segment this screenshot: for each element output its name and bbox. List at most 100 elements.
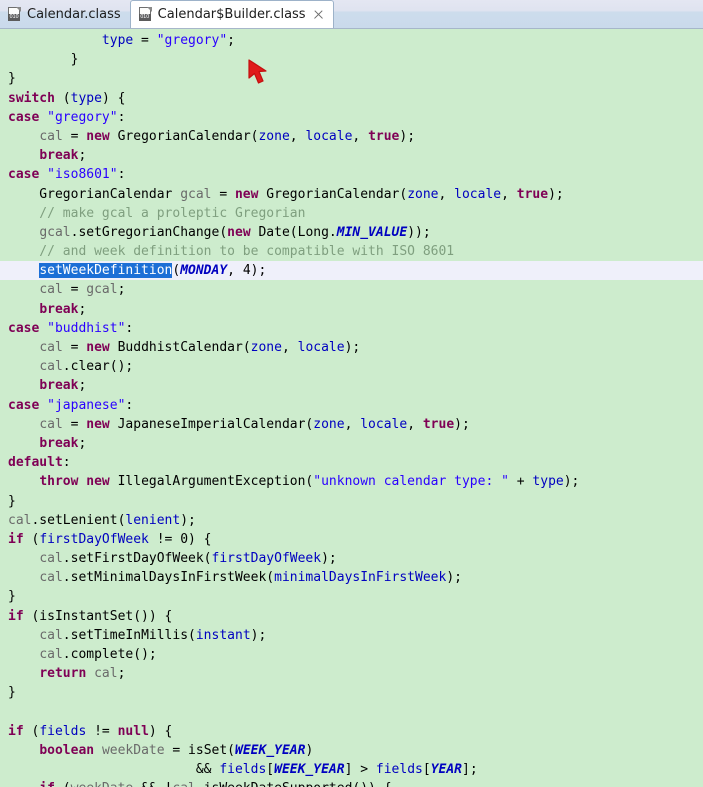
code-line[interactable]: } xyxy=(0,587,703,606)
code-line[interactable]: // make gcal a proleptic Gregorian xyxy=(0,204,703,223)
code-token: true xyxy=(516,186,549,202)
code-line[interactable]: cal.setFirstDayOfWeek(firstDayOfWeek); xyxy=(0,549,703,568)
code-line[interactable]: cal = new GregorianCalendar(zone, locale… xyxy=(0,127,703,146)
code-line[interactable]: cal.complete(); xyxy=(0,645,703,664)
code-line[interactable]: if (weekDate && !cal.isWeekDateSupported… xyxy=(0,779,703,787)
code-token: cal xyxy=(39,416,63,432)
code-token: ); xyxy=(399,128,416,144)
tab-calendar-builder-class[interactable]: 010 Calendar$Builder.class xyxy=(129,0,334,28)
code-line[interactable]: break; xyxy=(0,376,703,395)
code-token: cal xyxy=(8,512,32,528)
code-token: locale xyxy=(454,186,502,202)
code-token: new xyxy=(227,224,251,240)
code-line[interactable]: && fields[WEEK_YEAR] > fields[YEAR]; xyxy=(0,760,703,779)
code-line[interactable]: break; xyxy=(0,300,703,319)
code-line[interactable]: } xyxy=(0,492,703,511)
code-line[interactable]: cal = gcal; xyxy=(0,280,703,299)
editor-tab-bar: 010 Calendar.class 010 Calendar$Builder.… xyxy=(0,0,703,29)
code-token: .isWeekDateSupported()) { xyxy=(196,781,392,787)
code-token: cal xyxy=(172,781,195,787)
code-line[interactable]: gcal.setGregorianChange(new Date(Long.MI… xyxy=(0,223,703,242)
code-line[interactable]: } xyxy=(0,69,703,88)
code-line-current[interactable]: setWeekDefinition(MONDAY, 4); xyxy=(0,261,703,281)
code-line[interactable]: type = "gregory"; xyxy=(0,31,703,50)
code-line[interactable]: if (fields != null) { xyxy=(0,722,703,741)
code-token: ; xyxy=(117,666,126,682)
code-token: minimalDaysInFirstWeek xyxy=(274,570,447,586)
code-token: YEAR xyxy=(430,762,462,778)
code-token: + xyxy=(508,474,533,490)
code-token: "unknown calendar type: " xyxy=(313,474,509,490)
class-file-icon: 010 xyxy=(138,7,153,22)
code-line[interactable]: } xyxy=(0,50,703,69)
code-line[interactable]: cal.setMinimalDaysInFirstWeek(minimalDay… xyxy=(0,568,703,587)
code-token: ; xyxy=(78,435,87,451)
code-token: case xyxy=(8,397,40,413)
code-line[interactable] xyxy=(0,703,703,722)
code-token: // and week definition to be compatible … xyxy=(8,244,455,260)
code-token: , xyxy=(407,416,423,432)
code-token: break xyxy=(39,148,79,164)
code-token: IllegalArgumentException( xyxy=(109,474,314,490)
code-token: zone xyxy=(407,186,439,202)
code-line[interactable]: return cal; xyxy=(0,664,703,683)
code-line[interactable]: // and week definition to be compatible … xyxy=(0,242,703,261)
code-token: type xyxy=(70,90,102,106)
code-token: != 0) { xyxy=(148,531,212,547)
code-token: weekDate xyxy=(71,781,134,787)
code-token: } xyxy=(8,685,16,701)
code-token: case xyxy=(8,167,40,183)
code-token: if xyxy=(8,608,24,624)
code-token: && xyxy=(8,762,220,778)
code-line[interactable]: switch (type) { xyxy=(0,89,703,108)
code-line[interactable]: case "iso8601": xyxy=(0,165,703,184)
code-line[interactable]: break; xyxy=(0,146,703,165)
code-line[interactable]: cal = new JapaneseImperialCalendar(zone,… xyxy=(0,415,703,434)
code-token: : xyxy=(125,397,134,413)
code-token: ; xyxy=(78,378,87,394)
code-line[interactable]: case "japanese": xyxy=(0,396,703,415)
code-token: cal xyxy=(94,666,118,682)
code-line[interactable]: throw new IllegalArgumentException("unkn… xyxy=(0,472,703,491)
code-line[interactable]: GregorianCalendar gcal = new GregorianCa… xyxy=(0,185,703,204)
code-token: JapaneseImperialCalendar( xyxy=(109,416,314,432)
close-icon[interactable] xyxy=(313,9,324,20)
code-token: ) { xyxy=(148,723,173,739)
code-line[interactable]: cal.clear(); xyxy=(0,357,703,376)
code-token: zone xyxy=(313,416,345,432)
code-editor[interactable]: type = "gregory"; }} switch (type) {case … xyxy=(0,29,703,787)
code-token: = xyxy=(211,186,235,202)
code-token: if xyxy=(8,531,24,547)
code-token: )); xyxy=(407,224,431,240)
code-line[interactable]: break; xyxy=(0,434,703,453)
code-line[interactable]: case "buddhist": xyxy=(0,319,703,338)
code-token: } xyxy=(8,71,16,87)
code-token: weekDate xyxy=(101,742,165,758)
code-token: type xyxy=(101,33,134,48)
code-line[interactable]: cal.setTimeInMillis(instant); xyxy=(0,626,703,645)
code-token: fields xyxy=(39,723,87,739)
code-line[interactable]: case "gregory": xyxy=(0,108,703,127)
code-token: = xyxy=(62,128,87,144)
code-line[interactable]: cal.setLenient(lenient); xyxy=(0,511,703,530)
class-file-icon-text: 010 xyxy=(138,14,151,21)
code-token: ); xyxy=(454,416,470,432)
code-line[interactable]: default: xyxy=(0,453,703,472)
code-line[interactable]: } xyxy=(0,683,703,702)
code-line[interactable]: boolean weekDate = isSet(WEEK_YEAR) xyxy=(0,741,703,760)
code-token: .complete(); xyxy=(62,647,157,662)
code-token: boolean xyxy=(39,742,95,758)
tab-calendar-class[interactable]: 010 Calendar.class xyxy=(0,1,130,28)
code-token: ; xyxy=(117,282,126,298)
code-token: } xyxy=(8,589,16,605)
code-line[interactable]: cal = new BuddhistCalendar(zone, locale)… xyxy=(0,338,703,357)
code-line[interactable]: if (isInstantSet()) { xyxy=(0,607,703,626)
code-line[interactable]: if (firstDayOfWeek != 0) { xyxy=(0,530,703,549)
code-token: new xyxy=(86,416,110,432)
